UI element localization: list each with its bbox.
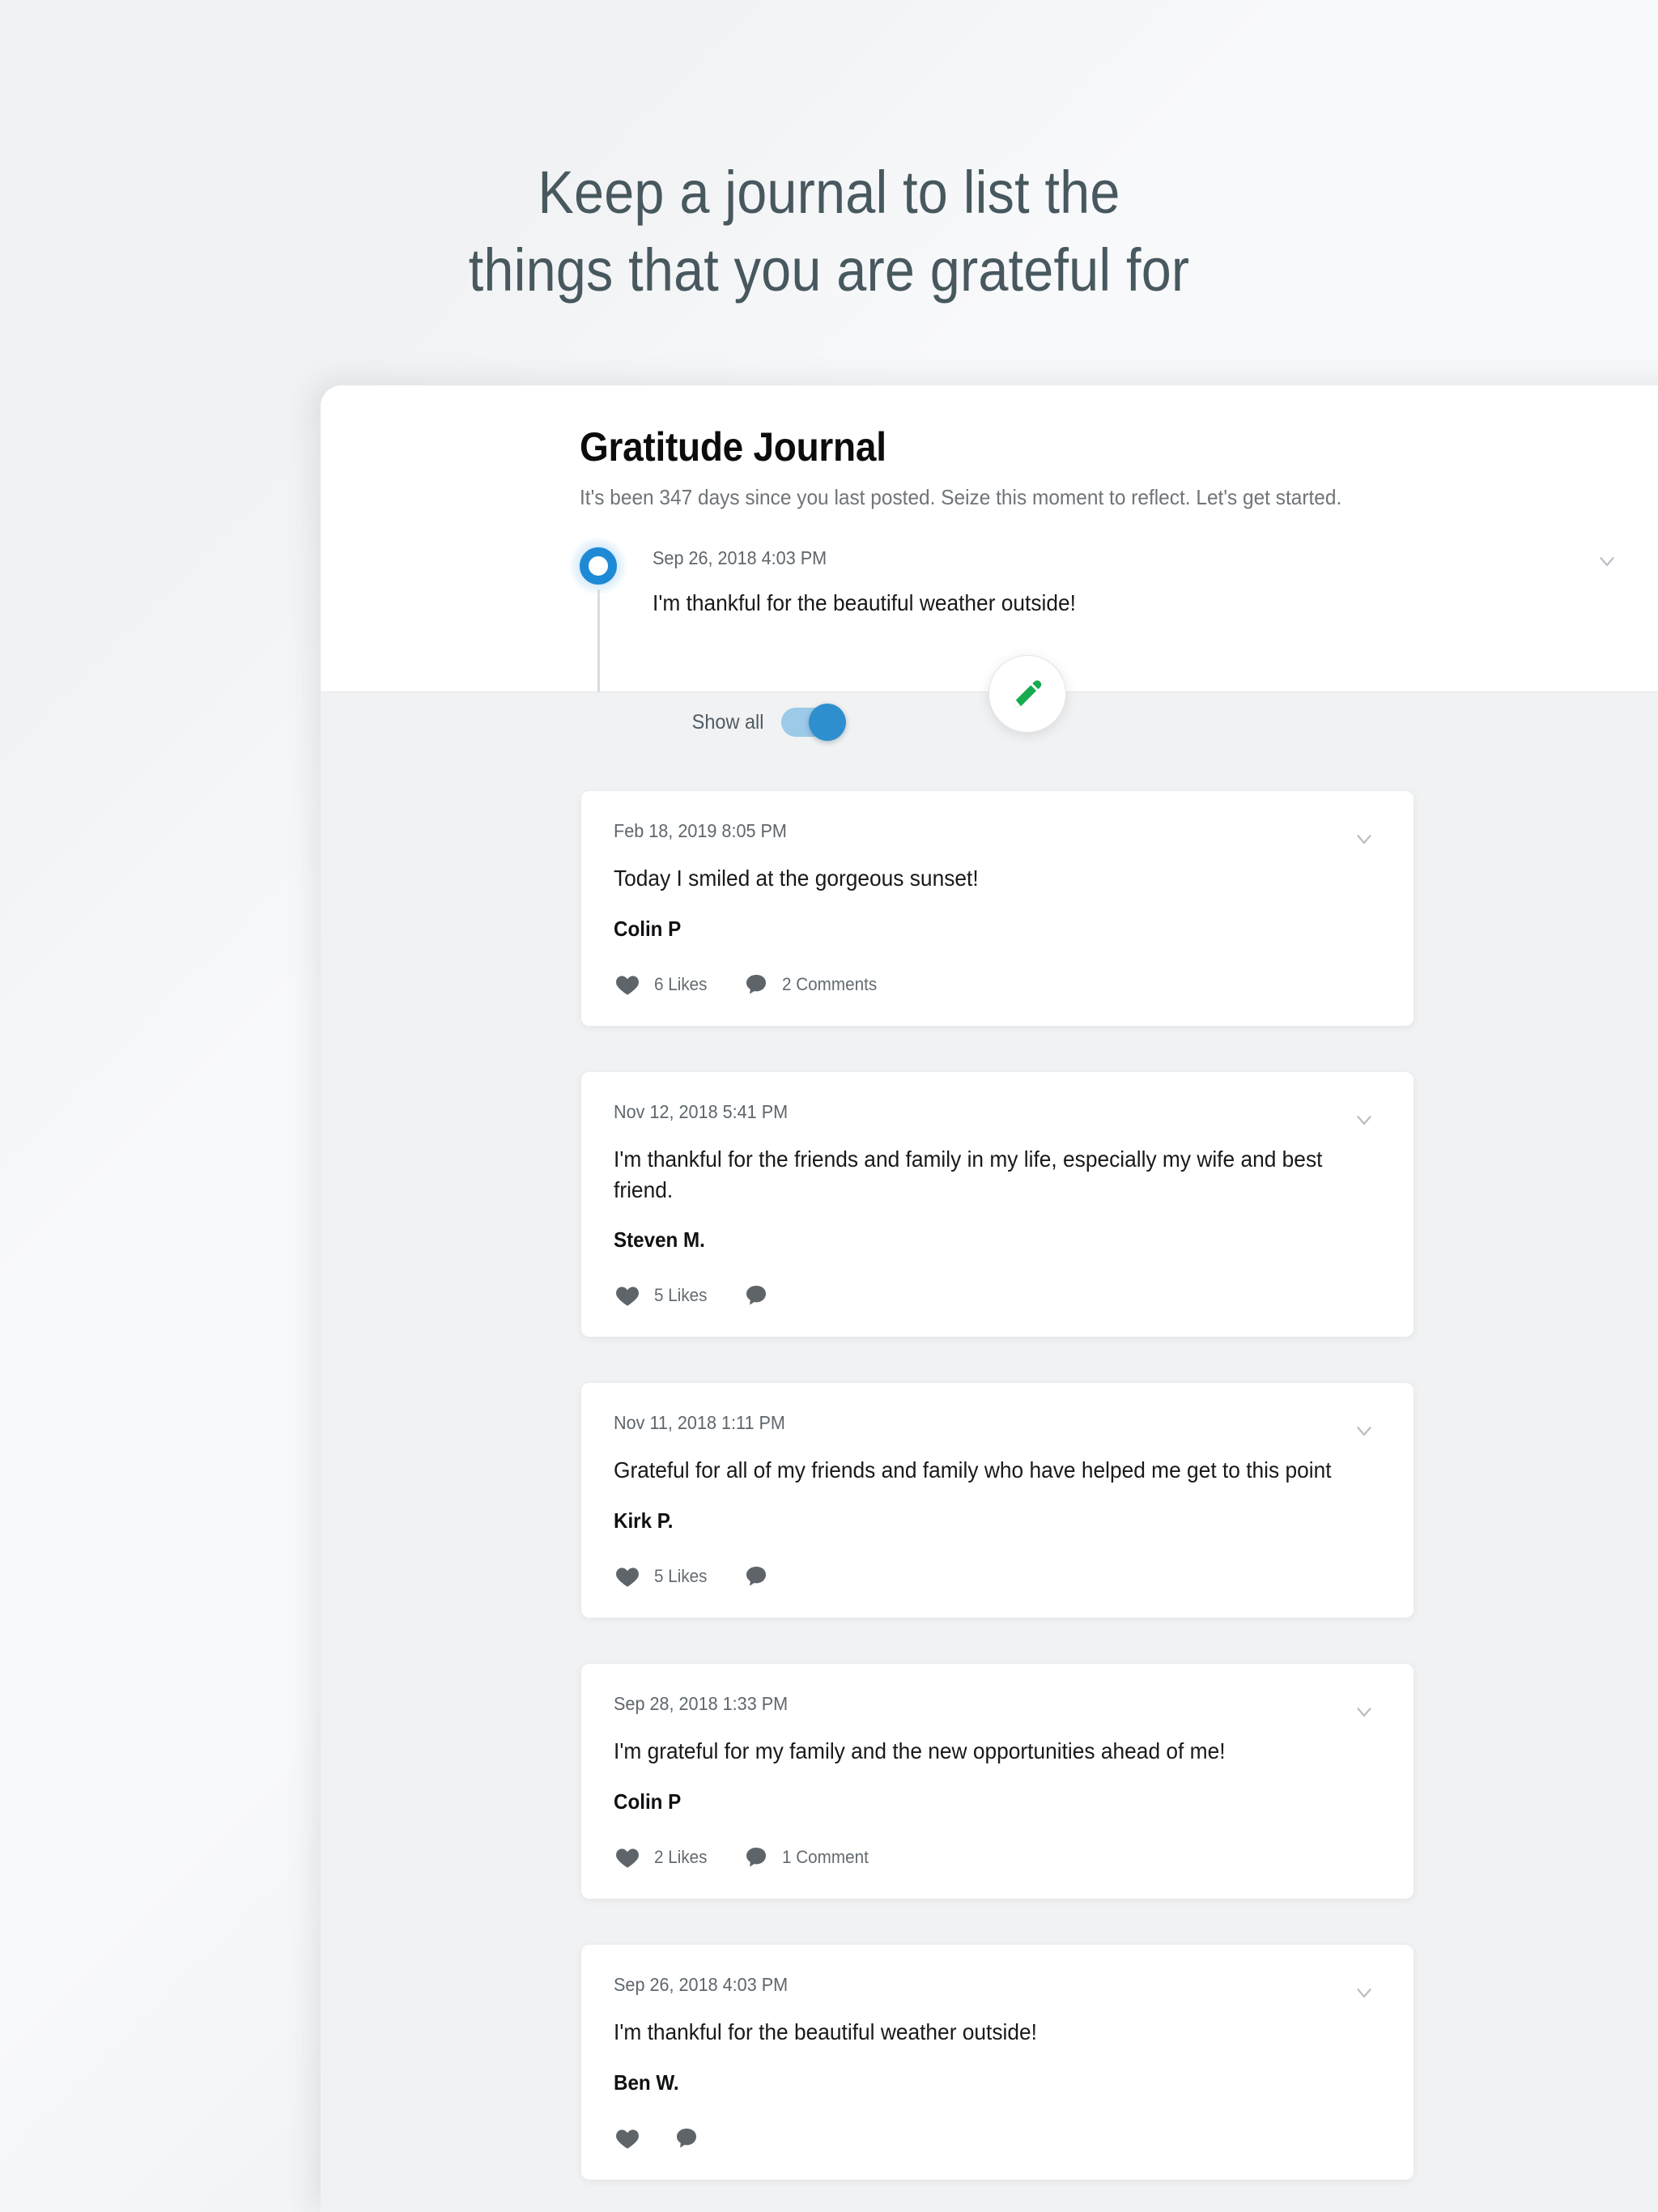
headline-line-2: things that you are grateful for <box>468 236 1190 304</box>
post-author: Ben W. <box>614 2069 679 2095</box>
show-all-filter[interactable]: Show all <box>687 704 846 741</box>
timeline-connector-line <box>597 589 600 695</box>
page-subtitle: It's been 347 days since you last posted… <box>580 485 1342 509</box>
speech-bubble-icon[interactable] <box>743 972 769 998</box>
marketing-headline: Keep a journal to list the things that y… <box>83 154 1575 309</box>
app-header-section: Gratitude Journal It's been 347 days sin… <box>321 385 1658 695</box>
post-card[interactable]: Feb 18, 2019 8:05 PM Today I smiled at th… <box>581 791 1414 1026</box>
comment-action[interactable]: 1 Comment <box>743 1844 874 1870</box>
comment-action[interactable] <box>743 1563 769 1589</box>
like-action[interactable]: 5 Likes <box>614 1563 711 1590</box>
comment-action[interactable]: 2 Comments <box>743 972 883 998</box>
headline-line-1: Keep a journal to list the <box>538 159 1120 226</box>
post-text: Grateful for all of my friends and famil… <box>614 1457 1332 1483</box>
toggle-knob <box>809 704 846 741</box>
post-actions <box>614 2125 1381 2152</box>
post-card[interactable]: Nov 11, 2018 1:11 PM Grateful for all of … <box>581 1383 1414 1619</box>
heart-icon[interactable] <box>614 971 641 998</box>
like-action[interactable]: 6 Likes <box>614 971 711 998</box>
comment-count: 2 Comments <box>781 973 877 994</box>
post-actions: 6 Likes 2 Comments <box>614 971 1381 998</box>
post-date: Sep 26, 2018 4:03 PM <box>614 1973 789 1995</box>
heart-icon[interactable] <box>614 1282 641 1309</box>
heart-icon[interactable] <box>614 1844 641 1871</box>
speech-bubble-icon[interactable] <box>743 1563 769 1589</box>
post-text: I'm thankful for the beautiful weather o… <box>614 2018 1037 2044</box>
like-action[interactable]: 5 Likes <box>614 1282 711 1309</box>
chevron-down-icon[interactable] <box>1352 1419 1376 1447</box>
post-text: I'm thankful for the friends and family … <box>614 1146 1323 1202</box>
post-list: Feb 18, 2019 8:05 PM Today I smiled at th… <box>581 791 1414 2212</box>
post-date: Nov 12, 2018 5:41 PM <box>614 1100 789 1122</box>
compose-entry-button[interactable] <box>988 655 1066 733</box>
current-entry-text: I'm thankful for the beautiful weather o… <box>653 590 1076 615</box>
post-card[interactable]: Sep 28, 2018 1:33 PM I'm grateful for my … <box>581 1664 1414 1899</box>
timeline-dot-ring <box>580 547 617 585</box>
post-text: Today I smiled at the gorgeous sunset! <box>614 866 979 891</box>
post-card[interactable]: Sep 26, 2018 4:03 PM I'm thankful for the… <box>581 1944 1414 2180</box>
chevron-down-icon[interactable] <box>1352 827 1376 855</box>
chevron-down-icon[interactable] <box>1352 1980 1376 2009</box>
pencil-icon <box>1014 680 1042 708</box>
feed-section: Show all Feb 18, 2019 8:05 PM Today I smi… <box>321 692 1658 2212</box>
post-text: I'm grateful for my family and the new o… <box>614 1738 1226 1764</box>
post-date: Nov 11, 2018 1:11 PM <box>614 1412 785 1434</box>
post-author: Steven M. <box>614 1227 705 1253</box>
post-card[interactable]: Nov 12, 2018 5:41 PM I'm thankful for the… <box>581 1071 1414 1338</box>
post-actions: 2 Likes 1 Comment <box>614 1844 1381 1871</box>
like-action[interactable] <box>614 2125 641 2152</box>
comment-action[interactable] <box>743 1283 769 1308</box>
speech-bubble-icon[interactable] <box>743 1283 769 1308</box>
chevron-down-icon[interactable] <box>1352 1108 1376 1136</box>
post-author: Colin P <box>614 1789 682 1814</box>
post-date: Feb 18, 2019 8:05 PM <box>614 820 787 841</box>
speech-bubble-icon[interactable] <box>743 1844 769 1870</box>
timeline-dot-icon <box>569 537 627 595</box>
comment-count: 1 Comment <box>781 1846 869 1867</box>
chevron-down-icon[interactable] <box>1352 1699 1376 1728</box>
speech-bubble-icon[interactable] <box>674 2125 699 2151</box>
heart-icon[interactable] <box>614 2125 641 2152</box>
chevron-down-icon[interactable] <box>1595 549 1619 577</box>
post-actions: 5 Likes <box>614 1563 1381 1590</box>
post-actions: 5 Likes <box>614 1282 1381 1309</box>
post-author: Kirk P. <box>614 1508 674 1534</box>
comment-action[interactable] <box>674 2125 699 2151</box>
show-all-toggle[interactable] <box>781 704 846 741</box>
current-entry-timeline: Sep 26, 2018 4:03 PM I'm thankful for th… <box>569 537 1648 695</box>
like-count: 5 Likes <box>654 1285 708 1306</box>
current-entry-body: Sep 26, 2018 4:03 PM I'm thankful for th… <box>653 547 1648 616</box>
like-action[interactable]: 2 Likes <box>614 1844 711 1871</box>
current-entry-date: Sep 26, 2018 4:03 PM <box>653 547 827 568</box>
page-title: Gratitude Journal <box>580 424 886 470</box>
like-count: 2 Likes <box>654 1846 708 1867</box>
post-author: Colin P <box>614 916 682 941</box>
like-count: 5 Likes <box>654 1566 708 1587</box>
show-all-label: Show all <box>691 710 763 734</box>
post-date: Sep 28, 2018 1:33 PM <box>614 1693 789 1715</box>
like-count: 6 Likes <box>654 973 708 994</box>
heart-icon[interactable] <box>614 1563 641 1590</box>
